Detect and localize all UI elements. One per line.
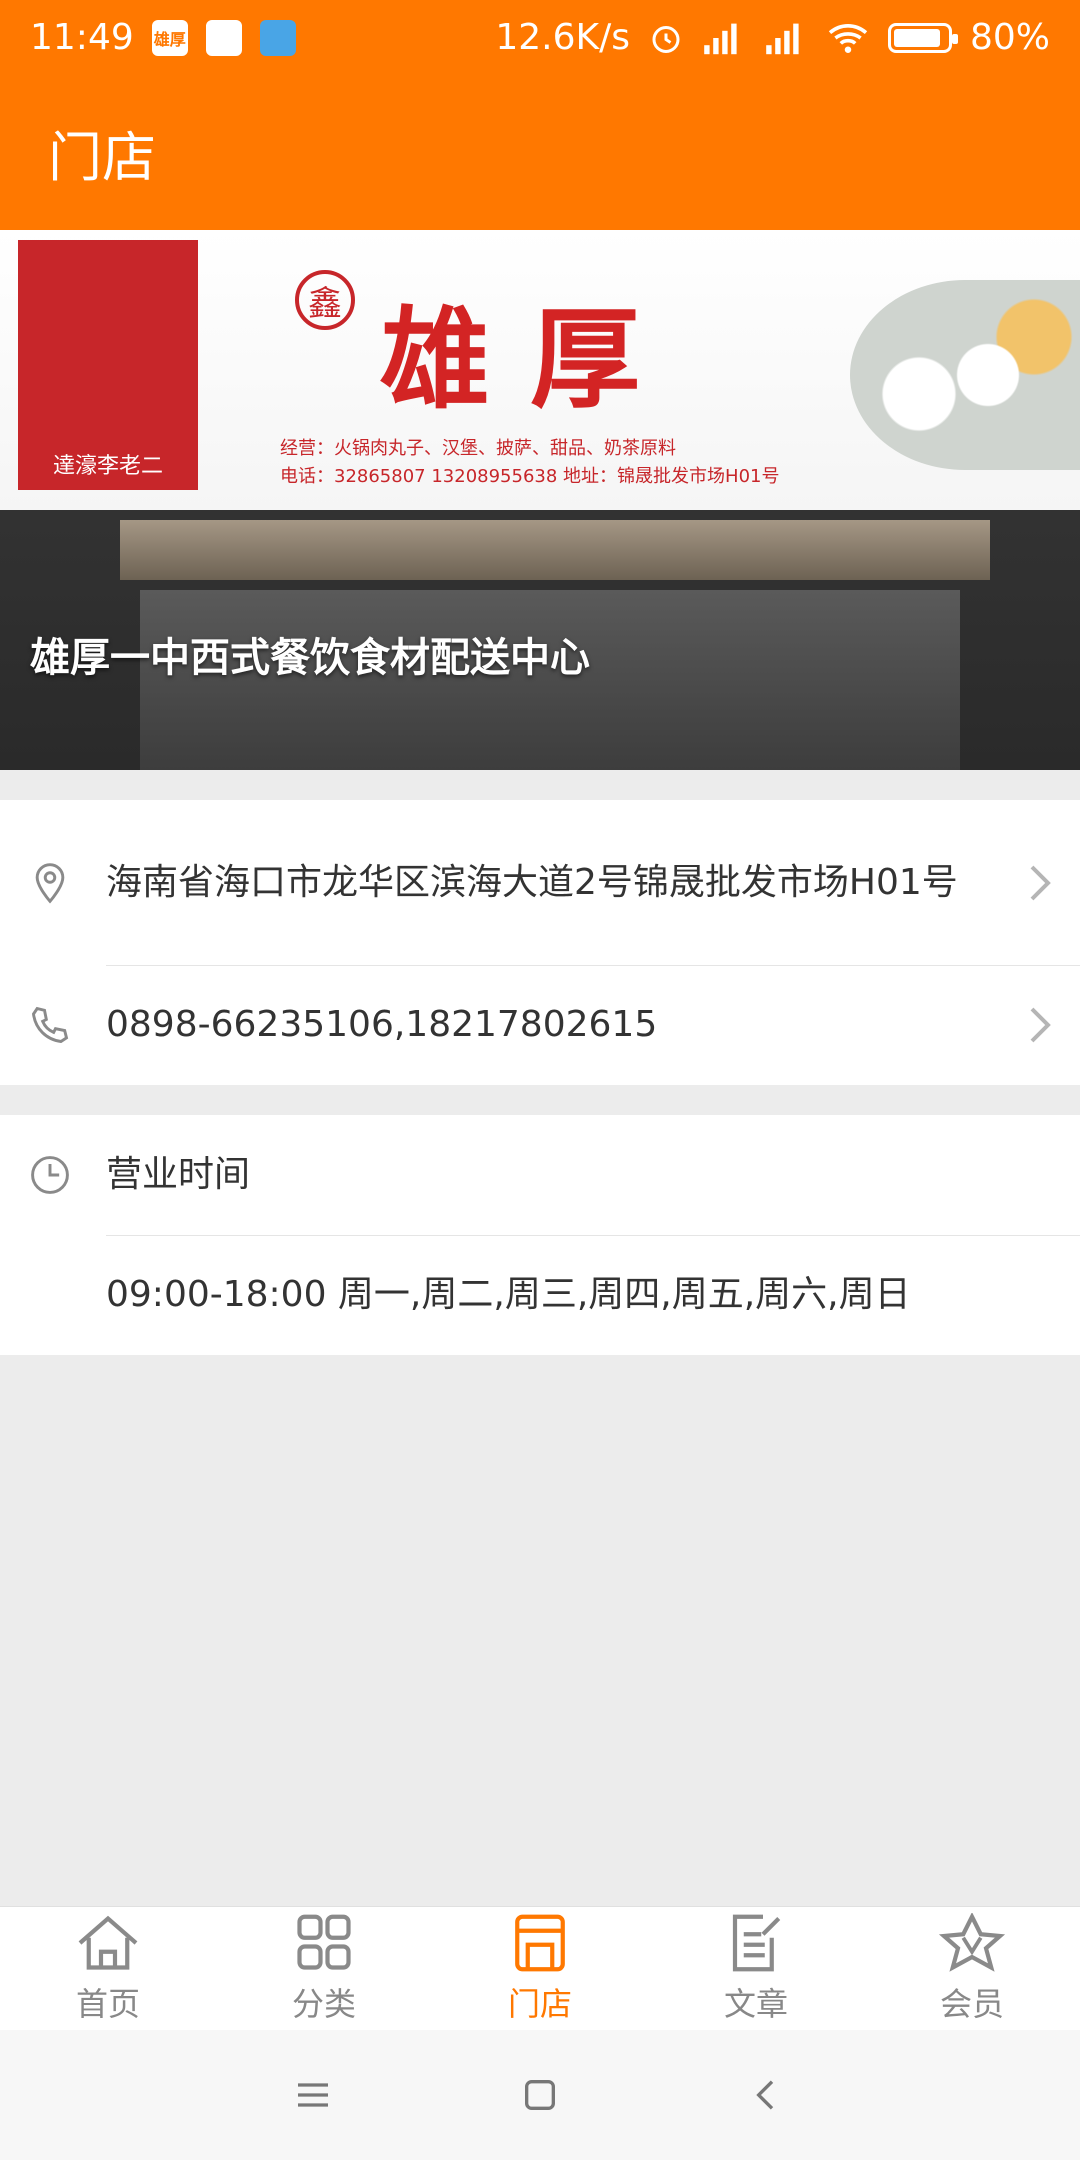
- grid-icon: [297, 1914, 351, 1970]
- bottom-tab-bar: 首页 分类 门店 文章 会员: [0, 1906, 1080, 2030]
- system-nav-bar: [0, 2030, 1080, 2160]
- tab-label: 会员: [939, 1984, 1004, 2023]
- store-name-caption: 雄厚一中西式餐饮食材配送中心: [30, 635, 590, 681]
- store-icon: [515, 1914, 565, 1971]
- tab-home[interactable]: 首页: [0, 1907, 216, 2030]
- address-text: 海南省海口市龙华区滨海大道2号锦晟批发市场H01号: [106, 861, 958, 903]
- tab-article[interactable]: 文章: [648, 1907, 864, 2030]
- clock-icon: [31, 1156, 69, 1194]
- status-bar: 11:49 雄厚 12.6K/s 80%: [0, 0, 1080, 75]
- phone-icon: [31, 1006, 69, 1044]
- battery-icon: [887, 22, 958, 53]
- tab-member[interactable]: 会员: [864, 1907, 1080, 2030]
- app-bar: 门店: [0, 75, 1080, 230]
- brand-logo: 達濠李老二: [18, 240, 198, 490]
- tab-label: 门店: [507, 1984, 572, 2023]
- store-photo[interactable]: 達濠李老二 鑫 雄厚 经营：火锅肉丸子、汉堡、披萨、甜品、奶茶原料 电话：328…: [0, 230, 1080, 770]
- back-icon[interactable]: [747, 2075, 787, 2115]
- status-time: 11:49: [30, 17, 134, 58]
- sign-badge: 鑫: [295, 270, 355, 330]
- chevron-right-icon: [1030, 1007, 1051, 1043]
- store-sign: 達濠李老二 鑫 雄厚 经营：火锅肉丸子、汉堡、披萨、甜品、奶茶原料 电话：328…: [0, 230, 1080, 510]
- media-notification-icon: [205, 19, 242, 56]
- tab-label: 文章: [723, 1984, 788, 2023]
- app-notification-icon-2: [259, 19, 296, 56]
- location-pin-icon: [35, 862, 65, 904]
- hours-title-row: 营业时间: [0, 1115, 1080, 1235]
- hours-value-row: 09:00-18:00 周一,周二,周三,周四,周五,周六,周日: [0, 1235, 1080, 1355]
- chevron-right-icon: [1030, 865, 1051, 900]
- hours-value: 09:00-18:00 周一,周二,周三,周四,周五,周六,周日: [106, 1274, 911, 1315]
- hours-card: 营业时间 09:00-18:00 周一,周二,周三,周四,周五,周六,周日: [0, 1115, 1080, 1355]
- menu-icon[interactable]: [293, 2075, 333, 2115]
- sign-subtext: 经营：火锅肉丸子、汉堡、披萨、甜品、奶茶原料 电话：32865807 13208…: [280, 435, 779, 491]
- home-icon: [78, 1915, 138, 1970]
- tab-label: 分类: [291, 1984, 356, 2023]
- star-icon: [938, 1912, 1006, 1972]
- article-icon: [732, 1914, 781, 1971]
- sign-title: 雄厚: [380, 296, 680, 424]
- page-title: 门店: [48, 126, 156, 189]
- phone-text: 0898-66235106,18217802615: [106, 1004, 658, 1045]
- screen: 11:49 雄厚 12.6K/s 80% 门店 達濠李老二 鑫 雄厚 经营：火锅…: [0, 0, 1080, 2160]
- wifi-icon: [828, 23, 868, 53]
- sign-line-1: 经营：火锅肉丸子、汉堡、披萨、甜品、奶茶原料: [280, 438, 676, 459]
- shop-awning: [120, 520, 990, 580]
- food-image: [850, 280, 1080, 470]
- address-row[interactable]: 海南省海口市龙华区滨海大道2号锦晟批发市场H01号: [0, 800, 1080, 965]
- hours-title: 营业时间: [106, 1154, 251, 1195]
- home-square-icon[interactable]: [520, 2075, 560, 2115]
- alarm-icon: [652, 25, 680, 53]
- tab-store[interactable]: 门店: [432, 1907, 648, 2030]
- phone-row[interactable]: 0898-66235106,18217802615: [0, 965, 1080, 1085]
- tab-category[interactable]: 分类: [216, 1907, 432, 2030]
- app-notification-icon: 雄厚: [151, 19, 188, 56]
- signal-icon-2: [766, 23, 799, 54]
- battery-percent: 80%: [969, 17, 1050, 58]
- network-speed: 12.6K/s: [495, 17, 630, 58]
- tab-label: 首页: [75, 1984, 140, 2023]
- contact-card: 海南省海口市龙华区滨海大道2号锦晟批发市场H01号 0898-66235106,…: [0, 800, 1080, 1085]
- signal-icon: [704, 23, 737, 54]
- sign-line-2: 电话：32865807 13208955638 地址：锦晟批发市场H01号: [280, 466, 780, 487]
